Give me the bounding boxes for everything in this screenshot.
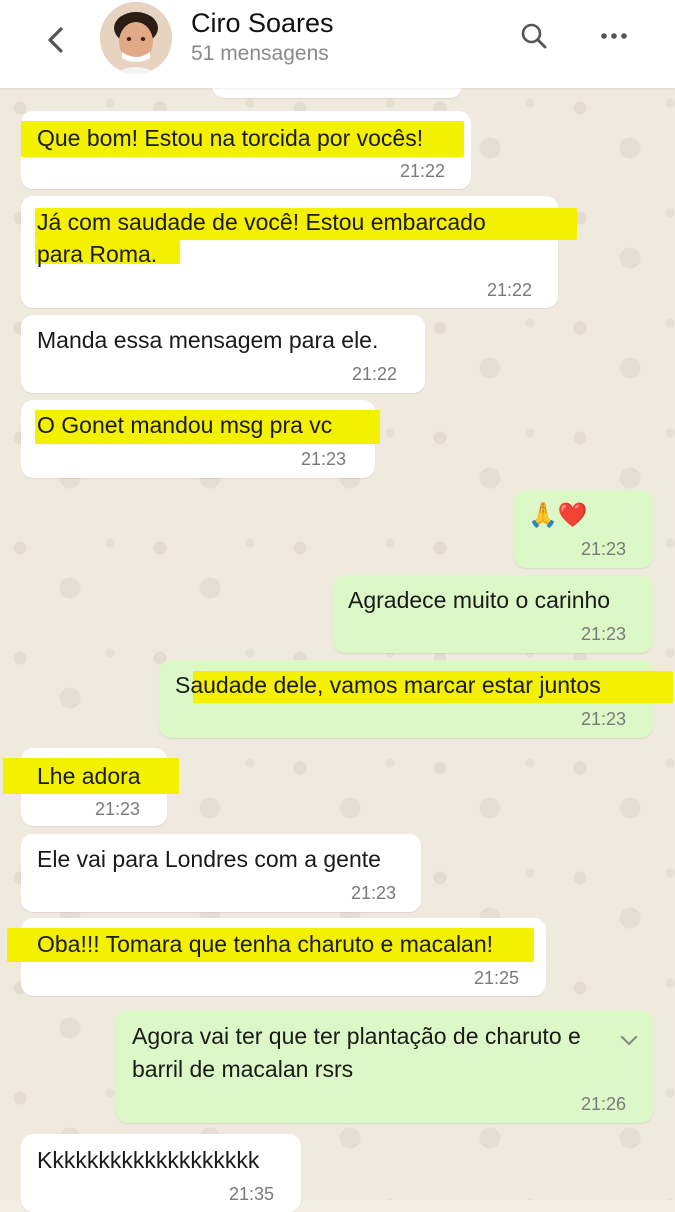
chevron-left-icon: [48, 27, 63, 53]
more-icon: [601, 33, 627, 39]
message-time: 21:23: [351, 883, 397, 903]
search-button[interactable]: [514, 16, 554, 56]
message-time: 21:35: [229, 1184, 275, 1204]
message-bubble[interactable]: Ele vai para Londres com a gente 21:23: [21, 834, 421, 912]
message-text: Agora vai ter que ter plantação de charu…: [132, 1023, 581, 1049]
message-time: 21:22: [400, 161, 446, 181]
more-options-button[interactable]: [594, 16, 634, 56]
back-button[interactable]: [34, 18, 78, 62]
message-text: Manda essa mensagem para ele.: [37, 327, 379, 353]
search-icon: [521, 23, 547, 49]
message-text: Já com saudade de você! Estou embarcado: [37, 209, 486, 235]
message-text: Lhe adora: [37, 763, 141, 789]
message-text: Que bom! Estou na torcida por vocês!: [37, 125, 424, 151]
message-bubble[interactable]: 🙏❤️ 21:23: [514, 490, 653, 568]
message-time: 21:23: [581, 624, 627, 644]
message-bubble[interactable]: Lhe adora 21:23: [3, 748, 179, 826]
message-bubble[interactable]: Já com saudade de você! Estou embarcado …: [21, 196, 577, 308]
message-time: 21:23: [95, 799, 141, 819]
message-time: 21:23: [581, 539, 627, 559]
message-text: Kkkkkkkkkkkkkkkkkkk: [37, 1147, 260, 1173]
message-count: 51 mensagens: [191, 42, 329, 65]
message-time: 21:25: [474, 968, 520, 988]
message-text: Saudade dele, vamos marcar estar juntos: [175, 672, 601, 698]
message-text: barril de macalan rsrs: [132, 1056, 354, 1082]
message-bubble[interactable]: Manda essa mensagem para ele. 21:22: [21, 315, 425, 393]
contact-name[interactable]: Ciro Soares: [191, 8, 334, 39]
message-bubble[interactable]: Agora vai ter que ter plantação de charu…: [116, 1010, 653, 1123]
message-bubble[interactable]: Oba!!! Tomara que tenha charuto e macala…: [7, 918, 546, 996]
message-text: para Roma.: [37, 241, 158, 267]
message-text: 🙏❤️: [528, 502, 588, 529]
message-bubble[interactable]: O Gonet mandou msg pra vc 21:23: [21, 400, 380, 478]
message-bubble[interactable]: Que bom! Estou na torcida por vocês! 21:…: [21, 111, 471, 189]
message-text: Agradece muito o carinho: [348, 587, 611, 613]
message-text: Ele vai para Londres com a gente: [37, 846, 381, 872]
message-bubble[interactable]: Agradece muito o carinho 21:23: [333, 575, 653, 653]
message-text: Oba!!! Tomara que tenha charuto e macala…: [37, 931, 494, 957]
message-time: 21:23: [301, 449, 347, 469]
message-time: 21:22: [487, 280, 533, 300]
message-text: O Gonet mandou msg pra vc: [37, 412, 333, 438]
message-time: 21:22: [352, 364, 398, 384]
message-time: 21:23: [581, 709, 627, 729]
chat-header: Ciro Soares 51 mensagens: [0, 0, 675, 88]
message-bubble[interactable]: Saudade dele, vamos marcar estar juntos …: [159, 660, 673, 738]
chevron-down-icon[interactable]: [619, 1034, 639, 1048]
avatar[interactable]: [100, 2, 172, 74]
message-time: 21:26: [581, 1094, 627, 1114]
message-bubble[interactable]: Kkkkkkkkkkkkkkkkkkk 21:35: [21, 1134, 301, 1212]
